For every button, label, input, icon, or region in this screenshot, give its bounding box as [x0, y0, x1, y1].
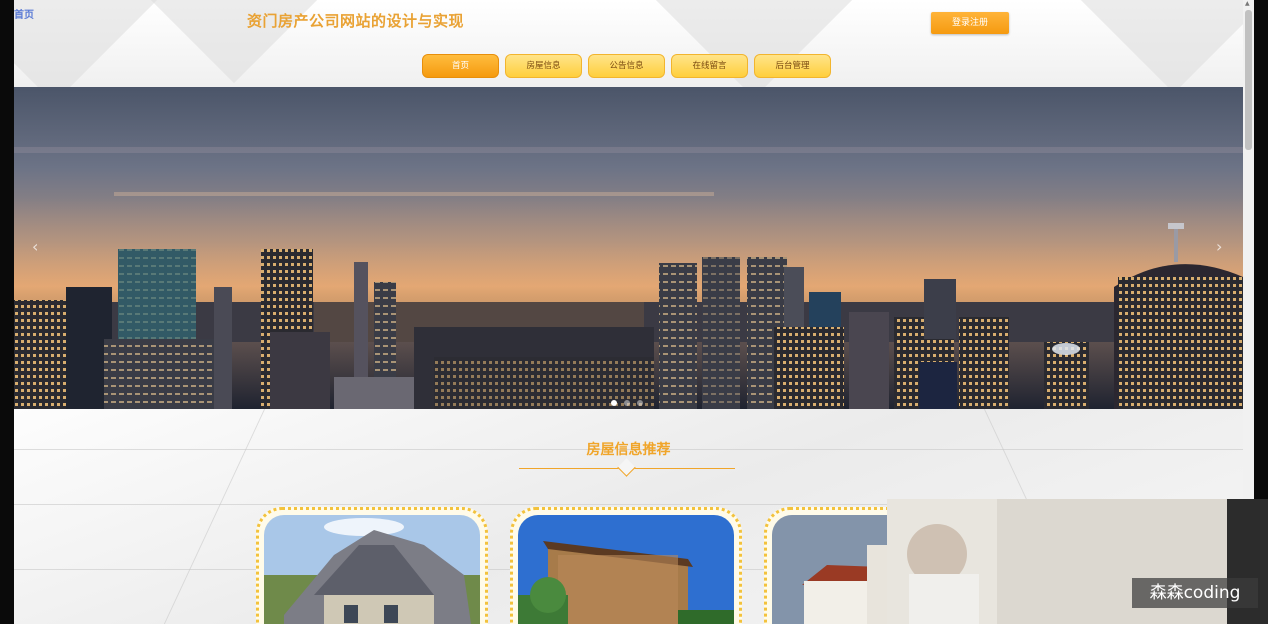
- nav-messages[interactable]: 在线留言: [671, 54, 748, 78]
- house-photo: [518, 515, 734, 624]
- banner-prev-arrow[interactable]: ‹: [32, 237, 38, 256]
- house-card[interactable]: [256, 507, 488, 624]
- login-register-button[interactable]: 登录注册: [931, 12, 1009, 34]
- section-title: 房屋信息推荐: [586, 442, 671, 458]
- banner-pagination: [611, 391, 650, 409]
- nav-home[interactable]: 首页: [422, 54, 499, 78]
- house-image: [264, 515, 480, 624]
- nav-announcements[interactable]: 公告信息: [588, 54, 665, 78]
- city-skyline-image: [14, 147, 1243, 409]
- site-header: 资门房产公司网站的设计与实现 登录注册 首页 房屋信息 公告信息 在线留言 后台…: [14, 0, 1243, 87]
- hero-banner: ‹ ›: [14, 87, 1243, 409]
- house-image: [518, 515, 734, 624]
- corner-tag: 首页: [14, 10, 34, 21]
- nav-house-info[interactable]: 房屋信息: [505, 54, 582, 78]
- watermark-label: 森森coding: [1132, 578, 1258, 608]
- house-card[interactable]: [510, 507, 742, 624]
- site-title: 资门房产公司网站的设计与实现: [247, 12, 465, 30]
- chevron-down-icon: [617, 458, 636, 477]
- banner-dot[interactable]: [637, 400, 643, 406]
- header-decor: [1060, 0, 1243, 87]
- banner-next-arrow[interactable]: ›: [1216, 237, 1222, 256]
- scrollbar-thumb[interactable]: [1245, 10, 1252, 150]
- banner-dot[interactable]: [624, 400, 630, 406]
- nav-admin[interactable]: 后台管理: [754, 54, 831, 78]
- banner-dot[interactable]: [611, 400, 617, 406]
- house-photo: [264, 515, 480, 624]
- scroll-up-arrow-icon[interactable]: ▲: [1245, 0, 1250, 7]
